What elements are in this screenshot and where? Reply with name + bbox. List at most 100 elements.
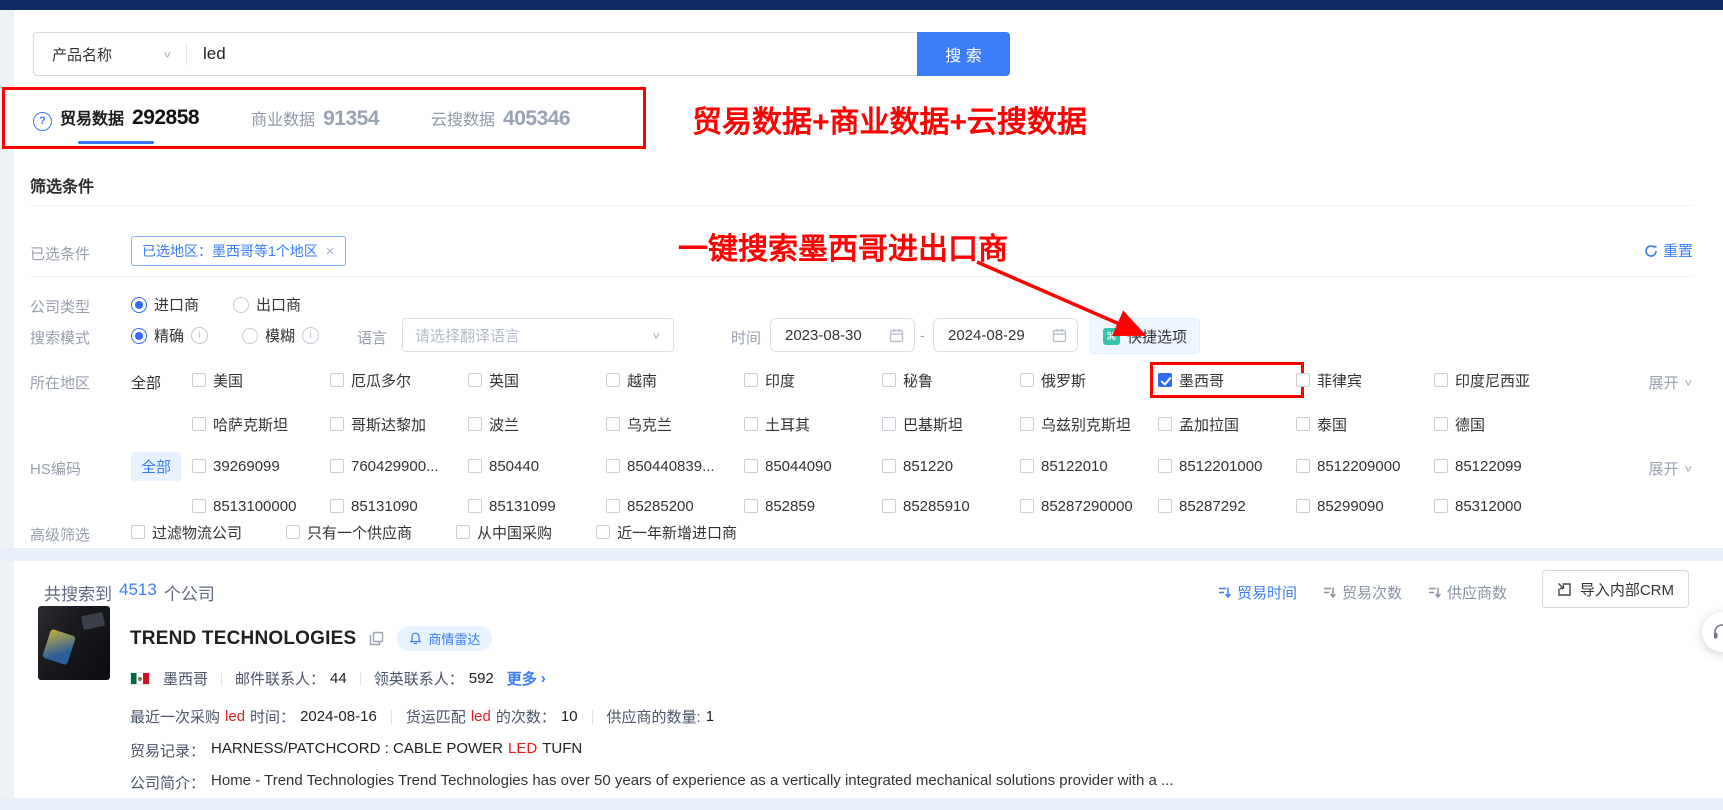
hs-checkbox[interactable]: 85122010 [1020, 456, 1158, 476]
advanced-checkbox[interactable]: 只有一个供应商 [286, 522, 412, 542]
date-range-separator: - [920, 327, 925, 343]
region-checkbox[interactable]: 秘鲁 [882, 370, 1020, 390]
start-date-input[interactable]: 2023-08-30 [770, 318, 915, 352]
radio-label: 精确 [154, 325, 184, 346]
checkbox-label: 印度尼西亚 [1455, 370, 1530, 391]
radio-exact[interactable]: 精确 i [131, 325, 208, 346]
more-link[interactable]: 更多 › [507, 668, 546, 689]
reset-button[interactable]: 重置 [1644, 240, 1693, 261]
region-checkbox[interactable]: 波兰 [468, 414, 606, 434]
trade-record-label: 贸易记录： [130, 740, 205, 761]
question-icon[interactable]: ? [33, 112, 52, 131]
hs-checkbox[interactable]: 39269099 [192, 456, 330, 476]
region-checkbox[interactable]: 土耳其 [744, 414, 882, 434]
hs-checkbox[interactable]: 85044090 [744, 456, 882, 476]
tab-label: 云搜数据 [431, 106, 495, 130]
tab-cloud-search-data[interactable]: 云搜数据 405346 [431, 106, 570, 131]
company-thumbnail[interactable] [38, 606, 110, 680]
checkbox-label: 85312000 [1455, 498, 1522, 515]
hs-checkbox[interactable]: 8512209000 [1296, 456, 1434, 476]
checkbox-label: 85285910 [903, 498, 970, 515]
sort-supplier-count[interactable]: 供应商数 [1428, 582, 1507, 603]
checkbox-label: 近一年新增进口商 [617, 522, 737, 543]
sort-trade-time[interactable]: 贸易时间 [1218, 582, 1297, 603]
radio-importer[interactable]: 进口商 [131, 294, 199, 315]
search-field-select[interactable]: 产品名称 ∨ [34, 33, 186, 75]
quick-options-button[interactable]: ⌘ 快捷选项 [1090, 318, 1200, 354]
region-checkbox[interactable]: 菲律宾 [1296, 370, 1434, 390]
hs-checkbox[interactable]: 760429900... [330, 456, 468, 476]
import-crm-button[interactable]: 导入内部CRM [1542, 570, 1689, 608]
advanced-checkbox[interactable]: 过滤物流公司 [131, 522, 242, 542]
language-select[interactable]: 请选择翻译语言 ∨ [402, 318, 674, 352]
hs-checkbox[interactable]: 85122099 [1434, 456, 1572, 476]
hs-checkbox[interactable]: 85287292 [1158, 496, 1296, 516]
search-button[interactable]: 搜 索 [917, 32, 1010, 76]
hs-checkbox[interactable]: 85131099 [468, 496, 606, 516]
radio-selected-icon [131, 297, 147, 313]
region-checkbox[interactable]: 俄罗斯 [1020, 370, 1158, 390]
hs-checkbox[interactable]: 8512201000 [1158, 456, 1296, 476]
tab-trade-data[interactable]: ? 贸易数据 292858 [33, 105, 199, 131]
checkbox-icon [1434, 459, 1448, 473]
hs-checkbox[interactable]: 85285910 [882, 496, 1020, 516]
search-input[interactable] [187, 33, 917, 75]
last-purchase-date: 2024-08-16 [300, 708, 377, 725]
region-checkbox[interactable]: 巴基斯坦 [882, 414, 1020, 434]
selected-region-tag[interactable]: 已选地区：墨西哥等1个地区 × [131, 236, 346, 266]
mexico-flag-icon [130, 672, 150, 685]
region-checkbox[interactable]: 印度 [744, 370, 882, 390]
info-icon[interactable]: i [191, 327, 208, 344]
company-name[interactable]: TREND TECHNOLOGIES [130, 628, 356, 650]
checkbox-label: 菲律宾 [1317, 370, 1362, 391]
region-checkbox[interactable]: 德国 [1434, 414, 1572, 434]
trade-record-text-2: TUFN [542, 740, 582, 761]
radar-badge[interactable]: 商情雷达 [397, 626, 492, 651]
hs-checkbox[interactable]: 85287290000 [1020, 496, 1158, 516]
hs-checkbox[interactable]: 85299090 [1296, 496, 1434, 516]
tab-business-data[interactable]: 商业数据 91354 [251, 106, 379, 131]
region-checkbox[interactable]: 哥斯达黎加 [330, 414, 468, 434]
advanced-checkbox[interactable]: 近一年新增进口商 [596, 522, 737, 542]
customer-service-button[interactable] [1702, 612, 1723, 652]
hs-checkbox[interactable]: 85312000 [1434, 496, 1572, 516]
hs-checkbox[interactable]: 85285200 [606, 496, 744, 516]
region-checkbox[interactable]: 孟加拉国 [1158, 414, 1296, 434]
hs-checkbox[interactable]: 850440839... [606, 456, 744, 476]
checkbox-icon [468, 499, 482, 513]
copy-icon[interactable] [369, 631, 384, 646]
checkbox-label: 越南 [627, 370, 657, 391]
hs-checkbox[interactable]: 852859 [744, 496, 882, 516]
sort-trade-count[interactable]: 贸易次数 [1323, 582, 1402, 603]
checkbox-icon [131, 525, 145, 539]
info-icon[interactable]: i [302, 327, 319, 344]
close-icon[interactable]: × [326, 243, 335, 260]
hs-checkbox[interactable]: 8513100000 [192, 496, 330, 516]
radio-exporter[interactable]: 出口商 [233, 294, 301, 315]
region-expand-button[interactable]: 展开 ∨ [1648, 372, 1693, 393]
hs-checkbox[interactable]: 851220 [882, 456, 1020, 476]
hs-all-button[interactable]: 全部 [131, 452, 181, 481]
checkbox-icon [1296, 417, 1310, 431]
checkbox-label: 土耳其 [765, 414, 810, 435]
region-checkbox[interactable]: 乌克兰 [606, 414, 744, 434]
region-checkbox[interactable]: 哈萨克斯坦 [192, 414, 330, 434]
radio-fuzzy[interactable]: 模糊 i [242, 325, 319, 346]
region-checkbox[interactable]: 墨西哥 [1158, 370, 1296, 390]
trade-record-row: 贸易记录： HARNESS/PATCHCORD : CABLE POWER LE… [130, 740, 582, 761]
hs-checkbox[interactable]: 85131090 [330, 496, 468, 516]
end-date-input[interactable]: 2024-08-29 [933, 318, 1078, 352]
region-checkbox[interactable]: 厄瓜多尔 [330, 370, 468, 390]
checkbox-label: 85287290000 [1041, 498, 1133, 515]
region-checkbox[interactable]: 英国 [468, 370, 606, 390]
hs-checkbox[interactable]: 850440 [468, 456, 606, 476]
checkbox-icon [330, 373, 344, 387]
region-all-button[interactable]: 全部 [131, 372, 161, 393]
region-checkbox[interactable]: 美国 [192, 370, 330, 390]
hs-expand-button[interactable]: 展开 ∨ [1648, 458, 1693, 479]
region-checkbox[interactable]: 印度尼西亚 [1434, 370, 1572, 390]
region-checkbox[interactable]: 泰国 [1296, 414, 1434, 434]
region-checkbox[interactable]: 乌兹别克斯坦 [1020, 414, 1158, 434]
region-checkbox[interactable]: 越南 [606, 370, 744, 390]
advanced-checkbox[interactable]: 从中国采购 [456, 522, 552, 542]
